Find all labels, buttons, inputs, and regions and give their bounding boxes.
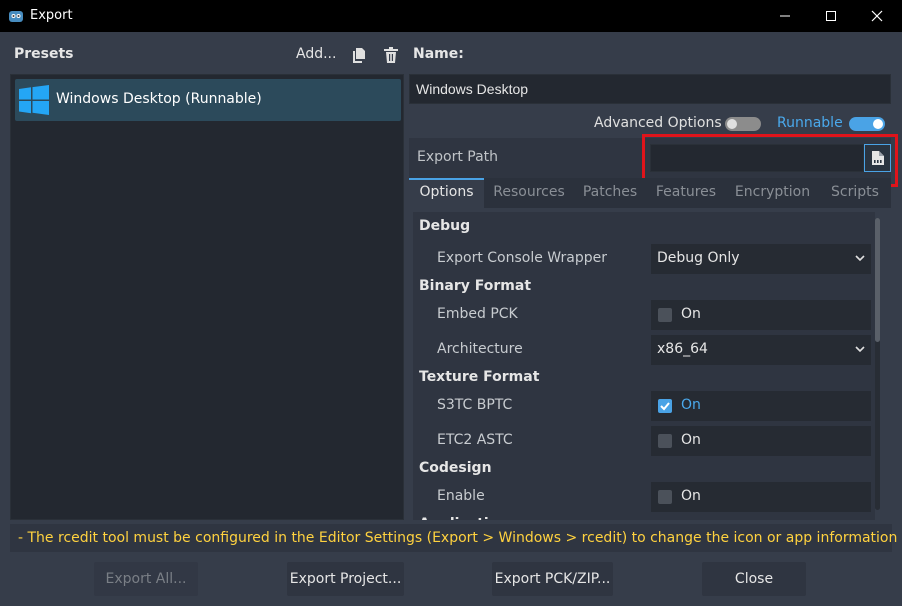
- checkbox-label: On: [681, 432, 701, 448]
- preset-item-windows-desktop[interactable]: Windows Desktop (Runnable): [15, 79, 401, 121]
- dropdown-value: x86_64: [657, 341, 708, 357]
- tab-encryption[interactable]: Encryption: [726, 178, 819, 208]
- runnable-toggle[interactable]: [849, 117, 885, 131]
- option-label: Export Console Wrapper: [437, 250, 607, 266]
- option-label: Architecture: [437, 341, 523, 357]
- export-project-button[interactable]: Export Project...: [287, 562, 404, 596]
- close-icon: [871, 10, 883, 22]
- checkbox-box: [658, 308, 672, 322]
- checkbox-box: [658, 490, 672, 504]
- option-etc2-astc: ETC2 ASTC On: [413, 426, 871, 456]
- preset-item-label: Windows Desktop (Runnable): [56, 91, 262, 107]
- file-icon: [871, 151, 884, 165]
- runnable-label: Runnable: [777, 115, 843, 131]
- checkbox-box: [658, 434, 672, 448]
- trash-icon[interactable]: [384, 47, 398, 63]
- tab-patches[interactable]: Patches: [574, 178, 646, 208]
- option-architecture: Architecture x86_64: [413, 335, 871, 365]
- export-path-label: Export Path: [417, 149, 499, 165]
- tabs: Options Resources Patches Features Encry…: [409, 178, 891, 208]
- preset-list[interactable]: Windows Desktop (Runnable): [10, 74, 404, 520]
- options-scrollbar[interactable]: [875, 218, 880, 510]
- close-window-button[interactable]: [854, 0, 900, 32]
- window-title: Export: [30, 8, 73, 23]
- tab-scripts[interactable]: Scripts: [819, 178, 891, 208]
- dropdown-value: Debug Only: [657, 250, 740, 266]
- option-embed-pck: Embed PCK On: [413, 300, 871, 330]
- checkmark-icon: [660, 402, 670, 411]
- add-preset-button[interactable]: Add...: [296, 46, 336, 62]
- option-export-console-wrapper: Export Console Wrapper Debug Only: [413, 244, 871, 274]
- options-panel: Debug Export Console Wrapper Debug Only …: [409, 208, 891, 520]
- advanced-options-toggle[interactable]: [725, 117, 761, 131]
- maximize-button[interactable]: [808, 0, 854, 32]
- checkbox-box: [658, 399, 672, 413]
- presets-label: Presets: [14, 46, 74, 62]
- section-texture-format: Texture Format: [413, 365, 871, 391]
- minimize-icon: [780, 15, 790, 17]
- preset-name-input[interactable]: [409, 74, 891, 104]
- architecture-dropdown[interactable]: x86_64: [651, 335, 871, 365]
- scrollbar-thumb[interactable]: [875, 218, 880, 342]
- option-label: S3TC BPTC: [437, 397, 513, 413]
- option-enable: Enable On: [413, 482, 871, 512]
- checkbox-label: On: [681, 397, 701, 413]
- maximize-icon: [826, 11, 836, 21]
- export-pck-zip-button[interactable]: Export PCK/ZIP...: [492, 562, 613, 596]
- toggle-knob: [727, 119, 737, 129]
- option-s3tc-bptc: S3TC BPTC On: [413, 391, 871, 421]
- checkbox-label: On: [681, 306, 701, 322]
- export-console-wrapper-dropdown[interactable]: Debug Only: [651, 244, 871, 274]
- rcedit-warning: - The rcedit tool must be configured in …: [18, 530, 902, 546]
- godot-app-icon: [9, 11, 23, 22]
- tab-features[interactable]: Features: [646, 178, 726, 208]
- close-button[interactable]: Close: [702, 562, 806, 596]
- section-debug: Debug: [413, 214, 871, 240]
- section-application: Application: [413, 512, 871, 520]
- minimize-button[interactable]: [762, 0, 808, 32]
- enable-checkbox[interactable]: On: [651, 482, 871, 512]
- advanced-options-label: Advanced Options: [594, 115, 722, 131]
- section-binary-format: Binary Format: [413, 274, 871, 300]
- options-list[interactable]: Debug Export Console Wrapper Debug Only …: [413, 212, 875, 520]
- name-label: Name:: [413, 46, 464, 62]
- chevron-down-icon: [855, 255, 865, 262]
- option-label: ETC2 ASTC: [437, 432, 513, 448]
- embed-pck-checkbox[interactable]: On: [651, 300, 871, 330]
- chevron-down-icon: [855, 346, 865, 353]
- duplicate-icon[interactable]: [352, 47, 366, 63]
- option-label: Embed PCK: [437, 306, 518, 322]
- section-codesign: Codesign: [413, 456, 871, 482]
- etc2-astc-checkbox[interactable]: On: [651, 426, 871, 456]
- tab-options[interactable]: Options: [409, 178, 484, 208]
- export-path-input[interactable]: [650, 144, 864, 172]
- windows-logo-icon: [19, 85, 49, 115]
- s3tc-bptc-checkbox[interactable]: On: [651, 391, 871, 421]
- option-label: Enable: [437, 488, 485, 504]
- export-all-button[interactable]: Export All...: [94, 562, 198, 596]
- checkbox-label: On: [681, 488, 701, 504]
- tab-resources[interactable]: Resources: [484, 178, 574, 208]
- browse-path-button[interactable]: [864, 144, 891, 172]
- title-bar: Export: [0, 0, 902, 32]
- toggle-knob: [873, 119, 883, 129]
